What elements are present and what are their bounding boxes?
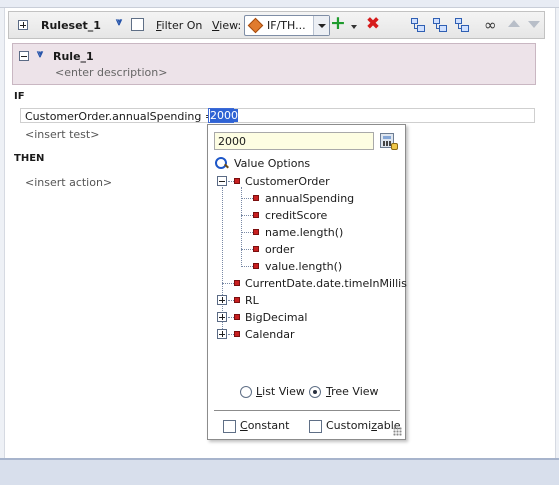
- constant-label: Constant: [240, 419, 290, 432]
- bigdecimal-expand-toggle[interactable]: [217, 312, 227, 322]
- expand-all-icon[interactable]: [432, 17, 448, 33]
- field-node-icon: [253, 195, 259, 201]
- test-value-text: 2000: [210, 109, 238, 122]
- field-node-icon: [253, 229, 259, 235]
- customer-order-collapse-toggle[interactable]: [217, 176, 227, 186]
- tree-connector: [241, 266, 253, 267]
- left-border: [0, 8, 5, 458]
- tree-item-annual-spending[interactable]: annualSpending: [265, 192, 354, 205]
- tree-connector: [241, 215, 253, 216]
- options-separator: [214, 410, 400, 411]
- field-node-icon: [234, 280, 240, 286]
- rule-title: Rule_1: [53, 50, 94, 63]
- view-dropdown-value: IF/TH...: [267, 19, 306, 32]
- object-node-icon: [234, 297, 240, 303]
- calendar-expand-toggle[interactable]: [217, 329, 227, 339]
- tree-connector: [241, 249, 253, 250]
- field-node-icon: [253, 263, 259, 269]
- tree-connector: [241, 232, 253, 233]
- move-up-icon[interactable]: [506, 18, 522, 30]
- delete-icon[interactable]: ✖: [364, 15, 382, 33]
- test-value-field[interactable]: 2000: [208, 108, 238, 123]
- then-label: THEN: [14, 153, 45, 164]
- constant-checkbox[interactable]: [223, 420, 236, 433]
- rules-editor-window: Ruleset_1 ⩔ Filter On View: IF/TH... + ✖…: [0, 0, 559, 485]
- tree-child-line: [241, 187, 242, 267]
- field-node-icon: [253, 212, 259, 218]
- move-down-icon[interactable]: [526, 18, 542, 30]
- add-menu-arrow-icon[interactable]: [351, 25, 357, 29]
- add-icon[interactable]: +: [329, 14, 347, 33]
- tree-item-credit-score[interactable]: creditScore: [265, 209, 327, 222]
- tree-view-label: Tree View: [326, 385, 379, 398]
- field-node-icon: [253, 246, 259, 252]
- tree-view-radio[interactable]: [309, 386, 321, 398]
- collapse-all-icon[interactable]: [454, 17, 470, 33]
- insert-test-placeholder[interactable]: <insert test>: [25, 128, 99, 141]
- object-node-icon: [234, 178, 240, 184]
- resize-grip-icon[interactable]: [393, 427, 402, 436]
- customizable-label: Customizable: [326, 419, 401, 432]
- tree-connector: [241, 198, 253, 199]
- value-input-field[interactable]: 2000: [214, 132, 374, 150]
- tree-item-current-date[interactable]: CurrentDate.date.timeInMillis: [245, 277, 407, 290]
- view-dropdown[interactable]: IF/TH...: [244, 15, 330, 36]
- tree-item-value-length[interactable]: value.length(): [265, 260, 342, 273]
- tree-item-customer-order[interactable]: CustomerOrder: [245, 175, 330, 188]
- tree-item-calendar[interactable]: Calendar: [245, 328, 294, 341]
- test-expression[interactable]: CustomerOrder.annualSpending ==: [25, 110, 223, 123]
- customizable-checkbox[interactable]: [309, 420, 322, 433]
- value-options-label: Value Options: [234, 157, 311, 170]
- tree-item-rl[interactable]: RL: [245, 294, 259, 307]
- glasses-icon[interactable]: ∞: [484, 16, 497, 34]
- object-node-icon: [234, 314, 240, 320]
- rule-panel: ⩔ Rule_1 <enter description>: [12, 43, 536, 85]
- if-then-diamond-icon: [247, 17, 264, 34]
- tree-connector: [222, 283, 234, 284]
- test-row[interactable]: CustomerOrder.annualSpending == 2000: [20, 108, 535, 123]
- dropdown-arrow-icon[interactable]: [313, 16, 329, 35]
- tree-item-big-decimal[interactable]: BigDecimal: [245, 311, 307, 324]
- insert-action-placeholder[interactable]: <insert action>: [25, 176, 112, 189]
- tree-item-order[interactable]: order: [265, 243, 294, 256]
- object-node-icon: [234, 331, 240, 337]
- filter-on-label: Filter On: [156, 19, 203, 32]
- filter-on-checkbox[interactable]: [131, 18, 144, 31]
- rule-chevron-icon[interactable]: ⩔: [37, 48, 43, 59]
- search-icon: [214, 156, 230, 172]
- ruleset-header: Ruleset_1 ⩔ Filter On View: IF/TH... + ✖…: [8, 11, 545, 39]
- ruleset-title: Ruleset_1: [41, 19, 101, 32]
- right-border: [555, 8, 559, 458]
- rl-expand-toggle[interactable]: [217, 295, 227, 305]
- ruleset-expand-toggle[interactable]: [18, 20, 28, 30]
- list-view-radio[interactable]: [240, 386, 252, 398]
- if-label: IF: [14, 91, 25, 102]
- expression-builder-badge-icon: [391, 143, 398, 150]
- value-chooser-popup: 2000 Value Options CustomerOrder annualS…: [207, 124, 407, 440]
- window-top-border: [0, 0, 559, 8]
- rule-collapse-toggle[interactable]: [19, 51, 29, 61]
- bottom-status-bar: [0, 458, 559, 485]
- tree-item-name-length[interactable]: name.length(): [265, 226, 343, 239]
- collapse-chevron-icon[interactable]: ⩔: [116, 16, 122, 27]
- hierarchy-icon[interactable]: [410, 17, 426, 33]
- rule-description-field[interactable]: <enter description>: [55, 66, 167, 79]
- view-label: View:: [212, 19, 242, 32]
- list-view-label: List View: [256, 385, 305, 398]
